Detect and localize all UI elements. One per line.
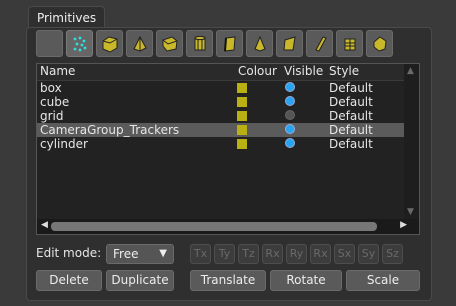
axis-button-tx[interactable]: Tx xyxy=(190,244,211,264)
visible-toggle[interactable] xyxy=(285,138,295,148)
edit-mode-label: Edit mode: xyxy=(36,246,102,260)
colour-swatch[interactable] xyxy=(237,125,247,135)
header-name[interactable]: Name xyxy=(40,64,75,79)
card-mesh-icon xyxy=(314,35,327,52)
rotate-button[interactable]: Rotate xyxy=(270,270,342,291)
row-name: box xyxy=(40,81,62,95)
wedge-mesh-icon xyxy=(282,35,296,50)
blank-tool-button[interactable] xyxy=(36,30,63,57)
card-mesh-button[interactable] xyxy=(306,30,333,57)
cube-mesh-button[interactable] xyxy=(156,30,183,57)
primitives-list[interactable]: Name Colour Visible Style box Default cu… xyxy=(36,63,420,235)
axis-button-ty[interactable]: Ty xyxy=(214,244,235,264)
axis-button-sy[interactable]: Sy xyxy=(358,244,379,264)
scrollbar-thumb[interactable] xyxy=(51,222,377,231)
colour-swatch[interactable] xyxy=(237,139,247,149)
list-header: Name Colour Visible Style xyxy=(37,64,404,81)
row-style: Default xyxy=(329,95,373,109)
panel-title-tab[interactable]: Primitives xyxy=(28,6,106,29)
panel-title: Primitives xyxy=(37,11,97,25)
axis-button-sz[interactable]: Sz xyxy=(382,244,403,264)
box-mesh-icon xyxy=(102,35,117,53)
colour-swatch[interactable] xyxy=(237,83,247,93)
tracker-points-button[interactable] xyxy=(66,30,93,57)
axis-button-rx[interactable]: Rx xyxy=(262,244,283,264)
scroll-left-icon[interactable]: ◀ xyxy=(41,220,48,230)
row-style: Default xyxy=(329,123,373,137)
table-row-selected[interactable]: CameraGroup_Trackers Default xyxy=(37,123,404,137)
row-style: Default xyxy=(329,81,373,95)
visible-toggle[interactable] xyxy=(285,82,295,92)
rock-mesh-icon xyxy=(373,35,387,52)
axis-lock-buttons: Tx Ty Tz Rx Ry Rx Sx Sy Sz xyxy=(190,244,403,264)
scroll-up-icon[interactable]: ▲ xyxy=(407,66,414,76)
plane-mesh-button[interactable] xyxy=(216,30,243,57)
pyramid-mesh-button[interactable] xyxy=(126,30,153,57)
primitive-toolbar xyxy=(36,30,393,57)
box-mesh-button[interactable] xyxy=(96,30,123,57)
table-row[interactable]: box Default xyxy=(37,81,404,95)
visible-toggle[interactable] xyxy=(285,110,295,120)
visible-toggle[interactable] xyxy=(285,124,295,134)
drum-mesh-button[interactable] xyxy=(336,30,363,57)
table-row[interactable]: cube Default xyxy=(37,95,404,109)
horizontal-scrollbar[interactable]: ◀ ▶ xyxy=(37,219,419,234)
axis-button-tz[interactable]: Tz xyxy=(238,244,259,264)
visible-toggle[interactable] xyxy=(285,96,295,106)
axis-button-rx-2[interactable]: Rx xyxy=(310,244,331,264)
vertical-scrollbar[interactable]: ▲ ▼ xyxy=(404,64,419,219)
cylinder-mesh-button[interactable] xyxy=(186,30,213,57)
header-colour[interactable]: Colour xyxy=(238,64,277,79)
scroll-down-icon[interactable]: ▼ xyxy=(407,207,414,217)
row-name: CameraGroup_Trackers xyxy=(40,123,180,137)
plane-mesh-icon xyxy=(223,35,236,52)
row-style: Default xyxy=(329,109,373,123)
rock-mesh-button[interactable] xyxy=(366,30,393,57)
row-name: cylinder xyxy=(40,137,88,151)
row-style: Default xyxy=(329,137,373,151)
delete-button[interactable]: Delete xyxy=(36,270,102,291)
row-name: cube xyxy=(40,95,70,109)
header-style[interactable]: Style xyxy=(329,64,359,79)
cone-mesh-button[interactable] xyxy=(246,30,273,57)
row-name: grid xyxy=(40,109,64,123)
axis-button-ry[interactable]: Ry xyxy=(286,244,307,264)
table-row[interactable]: cylinder Default xyxy=(37,137,404,151)
edit-mode-value: Free xyxy=(113,247,139,261)
tracker-points-icon xyxy=(73,36,86,51)
wedge-mesh-button[interactable] xyxy=(276,30,303,57)
header-visible[interactable]: Visible xyxy=(284,64,323,79)
table-row[interactable]: grid Default xyxy=(37,109,404,123)
scale-button[interactable]: Scale xyxy=(346,270,420,291)
duplicate-button[interactable]: Duplicate xyxy=(106,270,174,291)
cylinder-mesh-icon xyxy=(194,35,205,50)
translate-button[interactable]: Translate xyxy=(190,270,266,291)
cube-mesh-icon xyxy=(162,35,178,52)
axis-button-sx[interactable]: Sx xyxy=(334,244,355,264)
scroll-right-icon[interactable]: ▶ xyxy=(400,220,407,230)
drum-mesh-icon xyxy=(344,38,355,50)
cone-mesh-icon xyxy=(253,35,266,52)
edit-mode-select[interactable]: Free ▼ xyxy=(106,244,174,264)
chevron-down-icon: ▼ xyxy=(159,248,167,259)
colour-swatch[interactable] xyxy=(237,111,247,121)
colour-swatch[interactable] xyxy=(237,97,247,107)
pyramid-mesh-icon xyxy=(132,35,147,52)
